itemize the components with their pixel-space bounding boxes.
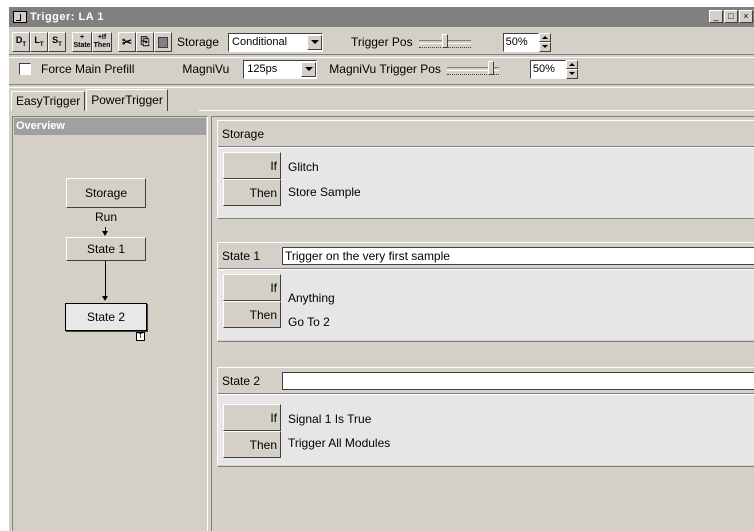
magnivu-label: MagniVu xyxy=(182,62,230,76)
spin-up-icon[interactable] xyxy=(538,32,551,42)
magnivu-pos-slider[interactable] xyxy=(445,59,501,79)
block-header: Storage xyxy=(218,121,754,147)
flow-node-state-2[interactable]: State 2 xyxy=(65,303,147,331)
trigger-pos-label: Trigger Pos xyxy=(351,35,413,49)
storage-label: Storage xyxy=(177,35,220,49)
then-button[interactable]: Then xyxy=(223,179,281,206)
if-condition[interactable]: Signal 1 Is True xyxy=(288,412,371,426)
flow-run-label: Run xyxy=(94,210,117,224)
arrow-down-icon xyxy=(102,296,108,301)
slider-thumb[interactable] xyxy=(487,61,494,75)
scissors-icon: ✂ xyxy=(121,35,133,49)
app-icon xyxy=(13,11,27,23)
flow-node-state-1[interactable]: State 1 xyxy=(66,237,146,261)
paste-button[interactable] xyxy=(154,32,172,52)
overview-pane: Overview Storage Run State 1 State 2 T xyxy=(12,116,208,531)
cut-button[interactable]: ✂ xyxy=(118,32,136,52)
tab-powertrigger[interactable]: PowerTrigger xyxy=(86,89,168,111)
chevron-down-icon[interactable] xyxy=(301,61,317,77)
paste-icon xyxy=(158,36,168,48)
if-condition[interactable]: Glitch xyxy=(288,160,319,174)
storage-select[interactable]: Conditional xyxy=(228,32,324,52)
block-header: State 1 Trigger on the very first sample xyxy=(218,243,754,269)
arrow-down-icon xyxy=(102,231,108,236)
trigger-pos-spinner[interactable]: 50% xyxy=(502,32,551,52)
storage-select-value: Conditional xyxy=(232,36,288,48)
storage-block: Storage If Then Glitch Store Sample xyxy=(217,120,754,219)
add-state-icon: + State xyxy=(73,34,91,49)
if-then-clause: If Then Signal 1 Is True Trigger All Mod… xyxy=(218,394,754,465)
spin-up-icon[interactable] xyxy=(565,59,578,69)
add-state-button[interactable]: + State xyxy=(72,32,92,52)
trigger-pos-value[interactable]: 50% xyxy=(502,32,539,52)
trigger-window: Trigger: LA 1 _ □ × DT LT ST + State +If… xyxy=(8,6,754,531)
title-bar[interactable]: Trigger: LA 1 _ □ × xyxy=(9,7,754,27)
s-trigger-button[interactable]: ST xyxy=(48,32,66,52)
toolbar-row-2: Force Main Prefill MagniVu 125ps MagniVu… xyxy=(9,56,754,82)
if-button[interactable]: If xyxy=(223,274,281,301)
window-title: Trigger: LA 1 xyxy=(30,11,104,23)
then-button[interactable]: Then xyxy=(223,431,281,458)
overview-title: Overview xyxy=(14,118,206,135)
add-if-then-button[interactable]: +If Then xyxy=(92,32,112,52)
toolbar-row-1: DT LT ST + State +If Then ✂ ⎘ Storage Co… xyxy=(9,29,754,55)
flow-connector xyxy=(105,261,106,297)
flow-node-storage[interactable]: Storage xyxy=(66,178,146,208)
state-description-field[interactable] xyxy=(282,371,754,390)
magnivu-pos-spinner[interactable]: 50% xyxy=(529,59,578,79)
tab-strip: EasyTrigger PowerTrigger xyxy=(11,89,169,111)
force-prefill-label: Force Main Prefill xyxy=(41,62,135,76)
l-trigger-icon: LT xyxy=(34,34,44,48)
if-button[interactable]: If xyxy=(223,152,281,179)
magnivu-select-value: 125ps xyxy=(247,63,278,75)
block-name: State 2 xyxy=(222,373,261,388)
d-trigger-icon: DT xyxy=(15,34,27,48)
block-name: Storage xyxy=(222,126,265,141)
magnivu-pos-label: MagniVu Trigger Pos xyxy=(329,62,441,76)
if-button[interactable]: If xyxy=(223,404,281,431)
block-header: State 2 xyxy=(218,368,754,394)
maximize-button[interactable]: □ xyxy=(724,10,738,23)
tab-easytrigger[interactable]: EasyTrigger xyxy=(11,91,86,111)
spin-down-icon[interactable] xyxy=(538,42,551,52)
then-action[interactable]: Trigger All Modules xyxy=(288,436,390,450)
l-trigger-button[interactable]: LT xyxy=(30,32,48,52)
state-description-field[interactable]: Trigger on the very first sample xyxy=(282,246,754,265)
then-action[interactable]: Go To 2 xyxy=(288,315,330,329)
copy-button[interactable]: ⎘ xyxy=(136,32,154,52)
if-then-clause: If Then Glitch Store Sample xyxy=(218,147,754,218)
force-prefill-checkbox[interactable] xyxy=(19,63,31,75)
then-action[interactable]: Store Sample xyxy=(288,185,361,199)
spin-down-icon[interactable] xyxy=(565,69,578,79)
chevron-down-icon[interactable] xyxy=(307,34,323,50)
state-editor-pane: Storage If Then Glitch Store Sample Stat… xyxy=(211,116,754,531)
magnivu-select[interactable]: 125ps xyxy=(243,59,318,79)
toolbar-separator xyxy=(9,84,754,88)
slider-thumb[interactable] xyxy=(441,34,448,48)
add-if-then-icon: +If Then xyxy=(93,34,111,49)
close-button[interactable]: × xyxy=(739,10,753,23)
s-trigger-icon: ST xyxy=(52,34,62,48)
state-2-block: State 2 If Then Signal 1 Is True Trigger… xyxy=(217,367,754,467)
block-name: State 1 xyxy=(222,248,261,263)
state-1-block: State 1 Trigger on the very first sample… xyxy=(217,242,754,342)
magnivu-pos-value[interactable]: 50% xyxy=(529,59,566,79)
copy-icon: ⎘ xyxy=(140,36,150,48)
if-condition[interactable]: Anything xyxy=(288,291,335,305)
minimize-button[interactable]: _ xyxy=(709,10,723,23)
tab-underline xyxy=(199,110,754,111)
if-then-clause: If Then Anything Go To 2 xyxy=(218,269,754,340)
trigger-badge-icon: T xyxy=(136,332,145,341)
trigger-pos-slider[interactable] xyxy=(417,32,473,52)
d-trigger-button[interactable]: DT xyxy=(12,32,30,52)
then-button[interactable]: Then xyxy=(223,301,281,328)
